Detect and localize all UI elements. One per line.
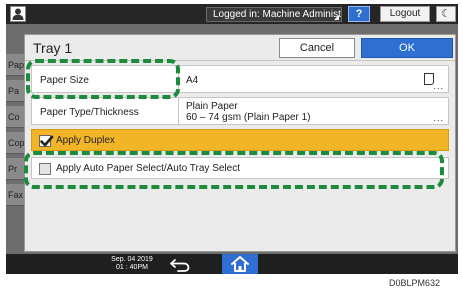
time-text: 01 : 40PM — [116, 264, 148, 271]
figure-code: D0BLPM632 — [389, 278, 441, 288]
paper-type-value-line1: Plain Paper — [186, 101, 238, 112]
device-screen: Logged in: Machine Administrator ? Logou… — [6, 4, 458, 274]
help-button[interactable]: ? — [348, 6, 370, 22]
tray-settings-dialog: Tray 1 Cancel OK Paper Size A4 ... Paper… — [24, 34, 456, 252]
apply-duplex-label: Apply Duplex — [56, 135, 115, 146]
paper-size-value: A4 — [186, 75, 199, 86]
paper-type-value: Plain Paper 60 – 74 gsm (Plain Paper 1) — [186, 101, 311, 123]
divider — [178, 66, 179, 92]
datetime: Sep. 04 2019 01 : 40PM — [110, 256, 154, 272]
background-tab: Co — [6, 106, 24, 128]
paper-size-row[interactable]: Paper Size A4 ... — [31, 65, 449, 93]
background-tab: Pr — [6, 158, 24, 180]
home-button[interactable] — [222, 254, 258, 274]
background-tab: Pa — [6, 80, 24, 102]
more-indicator: ... — [433, 81, 444, 91]
back-arrow-icon — [170, 259, 190, 272]
login-status-text: Logged in: Machine Administrator — [213, 9, 341, 20]
background-tab: Cop — [6, 132, 24, 154]
home-icon — [231, 256, 249, 272]
auto-select-checkbox[interactable] — [39, 163, 51, 175]
login-status[interactable]: Logged in: Machine Administrator — [206, 7, 342, 22]
paper-size-label: Paper Size — [40, 75, 89, 86]
user-icon[interactable] — [10, 6, 26, 22]
date-text: Sep. 04 2019 — [111, 256, 153, 263]
more-indicator: ... — [433, 113, 444, 123]
dialog-header: Tray 1 Cancel OK — [25, 35, 455, 61]
auto-select-row[interactable]: Apply Auto Paper Select/Auto Tray Select — [31, 157, 449, 179]
auto-select-label: Apply Auto Paper Select/Auto Tray Select — [56, 163, 240, 174]
logout-button[interactable]: Logout — [380, 6, 430, 22]
night-mode-button[interactable]: ☾ — [436, 6, 456, 22]
divider — [178, 98, 179, 124]
night-mode-icon: ☾ — [441, 8, 451, 20]
paper-type-value-line2: 60 – 74 gsm (Plain Paper 1) — [186, 112, 311, 123]
back-button[interactable] — [166, 255, 196, 273]
top-bar: Logged in: Machine Administrator ? Logou… — [6, 4, 458, 24]
paper-type-label: Paper Type/Thickness — [40, 107, 139, 118]
apply-duplex-checkbox[interactable] — [39, 135, 54, 147]
cancel-button[interactable]: Cancel — [279, 38, 355, 58]
check-icon — [40, 135, 54, 147]
expand-corner-icon — [334, 15, 339, 20]
dialog-title: Tray 1 — [33, 40, 73, 56]
paper-type-row[interactable]: Paper Type/Thickness Plain Paper 60 – 74… — [31, 97, 449, 125]
background-tab: Pap — [6, 54, 24, 76]
apply-duplex-row[interactable]: Apply Duplex — [31, 129, 449, 151]
ok-button[interactable]: OK — [361, 38, 453, 58]
background-tab: Fax — [6, 184, 24, 206]
bottom-bar: Sep. 04 2019 01 : 40PM — [6, 254, 458, 274]
